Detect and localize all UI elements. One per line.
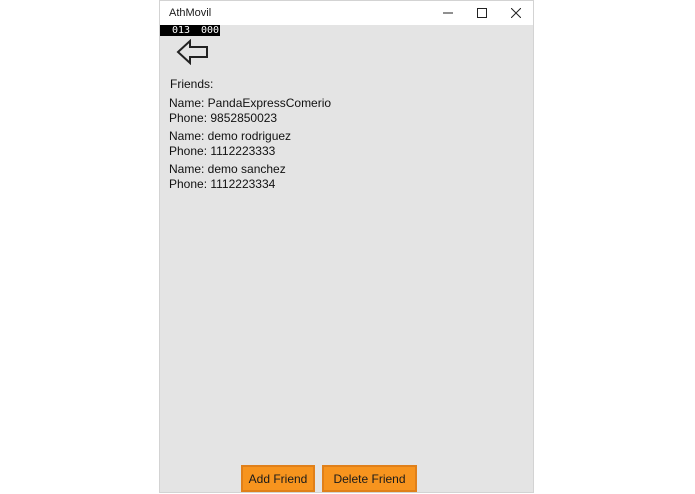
window-title: AthMovil — [169, 7, 212, 19]
counter-left-value: 013 — [172, 25, 191, 36]
maximize-icon — [477, 8, 487, 18]
friend-item: Name: PandaExpressComerio Phone: 9852850… — [169, 96, 331, 126]
friend-list: Name: PandaExpressComerio Phone: 9852850… — [169, 96, 331, 195]
minimize-icon — [443, 12, 453, 14]
friend-phone: Phone: 1112223334 — [169, 177, 276, 191]
maximize-button[interactable] — [465, 1, 499, 25]
friend-item: Name: demo rodriguez Phone: 1112223333 — [169, 129, 331, 159]
minimize-button[interactable] — [431, 1, 465, 25]
friend-phone: Phone: 9852850023 — [169, 111, 278, 125]
friend-item: Name: demo sanchez Phone: 1112223334 — [169, 162, 331, 192]
counter-right-value: 000 — [201, 25, 220, 36]
friend-name: Name: demo sanchez — [169, 162, 286, 176]
add-friend-button[interactable]: Add Friend — [241, 465, 315, 492]
friend-name: Name: PandaExpressComerio — [169, 96, 332, 110]
close-icon — [511, 8, 521, 18]
delete-friend-button[interactable]: Delete Friend — [322, 465, 417, 492]
app-window: AthMovil 013 000 Friends: Name: PandaExp… — [159, 0, 534, 493]
title-bar[interactable]: AthMovil — [160, 1, 533, 25]
debug-frame-counter: 013 000 — [160, 25, 220, 36]
friend-name: Name: demo rodriguez — [169, 129, 292, 143]
friends-heading: Friends: — [170, 77, 214, 91]
close-button[interactable] — [499, 1, 533, 25]
back-arrow-icon — [176, 38, 208, 66]
back-button[interactable] — [176, 38, 210, 66]
friend-phone: Phone: 1112223333 — [169, 144, 276, 158]
